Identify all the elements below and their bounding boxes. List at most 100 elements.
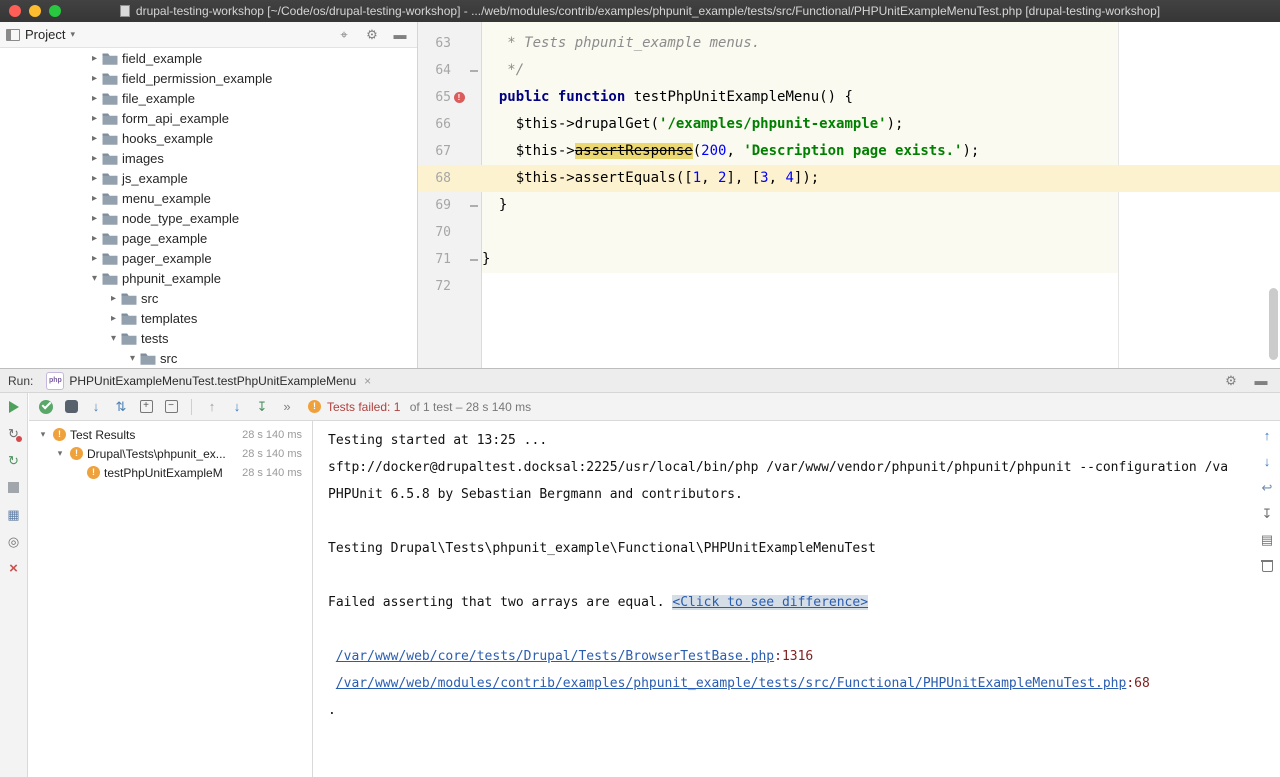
test-tree-item[interactable]: testPhpUnitExampleM28 s 140 ms <box>29 463 312 482</box>
chevron-right-icon[interactable]: ▸ <box>88 233 101 244</box>
fold-marker-icon[interactable] <box>470 70 478 72</box>
pin-tab-button[interactable]: ◎ <box>5 533 23 550</box>
project-tree-item[interactable]: ▸menu_example <box>0 188 417 208</box>
down-stacktrace-button[interactable]: ↓ <box>1258 453 1276 470</box>
expand-all-button[interactable] <box>137 398 155 415</box>
project-tree-item[interactable]: ▸src <box>0 288 417 308</box>
code-text[interactable]: */ <box>482 57 1280 84</box>
test-tree-item[interactable]: ▾Test Results28 s 140 ms <box>29 425 312 444</box>
close-button[interactable]: × <box>5 560 23 577</box>
locate-file-icon[interactable]: ⌖ <box>335 26 353 43</box>
next-failed-test-button[interactable]: ↓ <box>228 398 246 415</box>
project-tree-item[interactable]: ▸file_example <box>0 88 417 108</box>
stacktrace-link[interactable]: /var/www/web/modules/contrib/examples/ph… <box>336 676 1127 691</box>
chevron-down-icon[interactable]: ▾ <box>54 448 66 459</box>
test-tree-item[interactable]: ▾Drupal\Tests\phpunit_ex...28 s 140 ms <box>29 444 312 463</box>
fold-marker-icon[interactable] <box>470 205 478 207</box>
toggle-auto-test-button[interactable]: ↻ <box>5 452 23 469</box>
see-difference-link[interactable]: <Click to see difference> <box>672 595 868 610</box>
code-text[interactable]: $this->assertEquals([1, 2], [3, 4]); <box>482 165 1280 192</box>
zoom-window-button[interactable] <box>49 5 61 17</box>
code-text[interactable] <box>482 219 1280 246</box>
code-text[interactable]: } <box>482 192 1280 219</box>
chevron-right-icon[interactable]: ▸ <box>107 313 120 324</box>
project-tree-item[interactable]: ▾tests <box>0 328 417 348</box>
project-tree-item[interactable]: ▸hooks_example <box>0 128 417 148</box>
folder-icon <box>102 252 118 265</box>
project-panel-title[interactable]: Project <box>25 27 65 42</box>
hide-panel-icon[interactable]: ▬ <box>1252 372 1270 389</box>
close-window-button[interactable] <box>9 5 21 17</box>
stacktrace-link[interactable]: /var/www/web/core/tests/Drupal/Tests/Bro… <box>336 649 774 664</box>
chevron-down-icon[interactable]: ▾ <box>37 429 49 440</box>
hide-panel-icon[interactable]: ▬ <box>391 26 409 43</box>
folder-icon <box>102 132 118 145</box>
project-tree-item[interactable]: ▸page_example <box>0 228 417 248</box>
chevron-right-icon[interactable]: ▸ <box>88 133 101 144</box>
code-text[interactable]: public function testPhpUnitExampleMenu()… <box>482 84 1280 111</box>
tree-item-label: pager_example <box>122 251 212 266</box>
chevron-right-icon[interactable]: ▸ <box>88 93 101 104</box>
project-tree-item[interactable]: ▸form_api_example <box>0 108 417 128</box>
project-tree-item[interactable]: ▾phpunit_example <box>0 268 417 288</box>
chevron-right-icon[interactable]: ▸ <box>107 293 120 304</box>
settings-icon[interactable]: ⚙ <box>1222 372 1240 389</box>
project-tree-item[interactable]: ▸field_permission_example <box>0 68 417 88</box>
project-tree-item[interactable]: ▸images <box>0 148 417 168</box>
more-actions-icon[interactable]: » <box>278 398 296 415</box>
code-text[interactable]: $this->drupalGet('/examples/phpunit-exam… <box>482 111 1280 138</box>
close-tab-icon[interactable]: × <box>364 374 371 388</box>
test-history-button[interactable]: ↧ <box>253 398 271 415</box>
project-tree-item[interactable]: ▸ pager_example <box>0 248 417 268</box>
rerun-tests-button[interactable] <box>5 398 23 415</box>
chevron-right-icon[interactable]: ▸ <box>88 213 101 224</box>
editor[interactable]: 63 * Tests phpunit_example menus.64 */65… <box>418 22 1280 368</box>
settings-icon[interactable]: ⚙ <box>363 26 381 43</box>
project-tree-item[interactable]: ▸field_example <box>0 48 417 68</box>
chevron-down-icon[interactable]: ▾ <box>70 29 75 40</box>
project-tree-item[interactable]: ▸templates <box>0 308 417 328</box>
run-left-toolbar: ↻ ↻ ▦ ◎ × <box>0 393 28 777</box>
chevron-down-icon[interactable]: ▾ <box>107 333 120 344</box>
fold-marker-icon[interactable] <box>470 259 478 261</box>
clear-console-button[interactable] <box>1258 557 1276 574</box>
chevron-down-icon[interactable]: ▾ <box>88 273 101 284</box>
editor-scrollbar[interactable] <box>1269 288 1278 360</box>
project-tree-item[interactable]: ▸node_type_example <box>0 208 417 228</box>
project-tree-item[interactable]: ▾ src <box>0 348 417 368</box>
restore-layout-button[interactable]: ▦ <box>5 506 23 523</box>
print-button[interactable]: ▤ <box>1258 531 1276 548</box>
code-text[interactable]: } <box>482 246 1280 273</box>
previous-failed-test-button[interactable]: ↑ <box>203 398 221 415</box>
console-line: . <box>328 697 1254 724</box>
scroll-to-end-button[interactable]: ↧ <box>1258 505 1276 522</box>
chevron-right-icon[interactable]: ▸ <box>88 53 101 64</box>
chevron-right-icon[interactable]: ▸ <box>88 153 101 164</box>
code-text[interactable] <box>482 273 1280 300</box>
up-stacktrace-button[interactable]: ↑ <box>1258 427 1276 444</box>
chevron-right-icon[interactable]: ▸ <box>88 193 101 204</box>
run-console[interactable]: Testing started at 13:25 ...sftp://docke… <box>314 421 1254 777</box>
code-text[interactable]: $this->assertResponse(200, 'Description … <box>482 138 1280 165</box>
show-passed-button[interactable] <box>37 398 55 415</box>
stop-button[interactable] <box>5 479 23 496</box>
soft-wrap-button[interactable]: ↩ <box>1258 479 1276 496</box>
rerun-failed-tests-button[interactable]: ↻ <box>5 425 23 442</box>
code-text[interactable]: * Tests phpunit_example menus. <box>482 30 1280 57</box>
failed-test-gutter-icon[interactable] <box>454 92 465 103</box>
sort-by-duration-button[interactable]: ↓ <box>87 398 105 415</box>
folder-icon <box>102 92 118 105</box>
chevron-right-icon[interactable]: ▸ <box>88 113 101 124</box>
chevron-right-icon[interactable]: ▸ <box>88 253 101 264</box>
tree-item-label: src <box>160 351 177 366</box>
chevron-right-icon[interactable]: ▸ <box>88 173 101 184</box>
show-ignored-button[interactable] <box>62 398 80 415</box>
chevron-down-icon[interactable]: ▾ <box>126 353 139 364</box>
project-tree-item[interactable]: ▸js_example <box>0 168 417 188</box>
sort-alphabetically-button[interactable]: ⇅ <box>112 398 130 415</box>
gutter-fold-slot <box>467 205 480 207</box>
minimize-window-button[interactable] <box>29 5 41 17</box>
collapse-all-button[interactable] <box>162 398 180 415</box>
run-tab[interactable]: php PHPUnitExampleMenuTest.testPhpUnitEx… <box>40 369 377 392</box>
chevron-right-icon[interactable]: ▸ <box>88 73 101 84</box>
